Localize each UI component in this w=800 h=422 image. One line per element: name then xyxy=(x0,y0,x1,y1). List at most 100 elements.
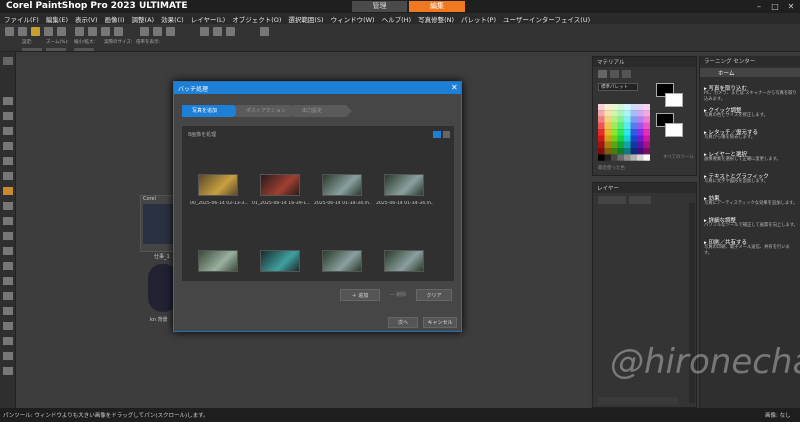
warp-tool-icon[interactable] xyxy=(3,307,13,315)
menu-user-interface[interactable]: ユーザーインターフェイス(U) xyxy=(503,14,590,24)
next-button[interactable]: 次へ xyxy=(388,317,418,328)
color-swatch[interactable] xyxy=(604,148,612,155)
learning-home[interactable]: ホーム xyxy=(700,68,800,77)
color-swatch[interactable] xyxy=(637,104,644,111)
color-swatch[interactable] xyxy=(630,110,638,117)
file-thumbnail[interactable] xyxy=(384,250,424,272)
color-swatch[interactable] xyxy=(624,129,631,136)
move-tool-icon[interactable] xyxy=(3,112,13,120)
color-swatch[interactable] xyxy=(604,141,612,149)
open-file-icon[interactable] xyxy=(18,27,27,36)
swatches-tab-icon[interactable] xyxy=(622,70,631,78)
color-swatch[interactable] xyxy=(604,129,612,136)
color-swatch[interactable] xyxy=(598,154,605,161)
step-add-photos[interactable]: 写真を追加 xyxy=(182,105,240,117)
color-swatch[interactable] xyxy=(598,141,605,149)
blend-mode-dropdown[interactable] xyxy=(598,196,626,204)
background-swatch[interactable] xyxy=(665,93,683,107)
color-swatch[interactable] xyxy=(611,141,618,149)
palette-select[interactable]: 標準パレット xyxy=(598,83,638,91)
pan-tool-icon[interactable] xyxy=(3,57,13,65)
color-swatch[interactable] xyxy=(624,135,631,142)
menu-layers[interactable]: レイヤー(L) xyxy=(191,14,226,24)
file-thumbnail[interactable] xyxy=(198,250,238,272)
menu-edit[interactable]: 編集(E) xyxy=(46,14,68,24)
color-swatch[interactable] xyxy=(624,104,631,111)
save-icon[interactable] xyxy=(44,27,53,36)
script-icon[interactable] xyxy=(260,27,269,36)
print-icon[interactable] xyxy=(57,27,66,36)
file-thumbnail[interactable] xyxy=(260,174,300,196)
zoom-input[interactable] xyxy=(46,48,66,51)
color-swatch[interactable] xyxy=(630,154,638,161)
background-fill-swatch[interactable] xyxy=(665,123,683,137)
color-swatch[interactable] xyxy=(624,122,631,130)
color-swatch[interactable] xyxy=(643,104,651,111)
color-swatch[interactable] xyxy=(630,135,638,142)
color-swatch[interactable] xyxy=(630,122,638,130)
color-swatch[interactable] xyxy=(611,104,618,111)
menu-palettes[interactable]: パレット(P) xyxy=(461,14,496,24)
paint-brush-tool-icon[interactable] xyxy=(3,217,13,225)
delete-button[interactable]: — 削除 xyxy=(384,289,412,301)
color-swatch[interactable] xyxy=(617,148,625,155)
color-palette[interactable] xyxy=(598,104,650,161)
file-thumbnail[interactable] xyxy=(260,250,300,272)
ruler-icon[interactable] xyxy=(226,27,235,36)
smudge-tool-icon[interactable] xyxy=(3,352,13,360)
text-tool-icon[interactable] xyxy=(3,262,13,270)
color-swatch[interactable] xyxy=(624,154,631,161)
zoom-in-out-stepper[interactable] xyxy=(74,48,94,51)
color-swatch[interactable] xyxy=(611,135,618,142)
eraser-tool-icon[interactable] xyxy=(3,232,13,240)
straighten-tool-icon[interactable] xyxy=(3,172,13,180)
color-swatch[interactable] xyxy=(611,154,618,161)
color-swatch[interactable] xyxy=(604,110,612,117)
color-swatch[interactable] xyxy=(617,104,625,111)
color-swatch[interactable] xyxy=(637,122,644,130)
preset-dropdown[interactable] xyxy=(22,48,42,51)
clear-button[interactable]: クリア xyxy=(416,289,452,301)
grid-view-icon[interactable] xyxy=(433,131,441,138)
add-button[interactable]: ＋ 追加 xyxy=(340,289,380,301)
color-swatch[interactable] xyxy=(637,110,644,117)
color-swatch[interactable] xyxy=(630,148,638,155)
color-swatch[interactable] xyxy=(604,116,612,123)
step-output-settings[interactable]: 出力設定 xyxy=(292,105,352,117)
menu-image[interactable]: 画像(I) xyxy=(105,14,125,24)
pen-tool-icon[interactable] xyxy=(3,292,13,300)
redo-icon[interactable] xyxy=(88,27,97,36)
color-swatch[interactable] xyxy=(624,141,631,149)
color-swatch[interactable] xyxy=(617,135,625,142)
layers-icon[interactable] xyxy=(166,27,175,36)
dropper-tool-icon[interactable] xyxy=(3,142,13,150)
guide-icon[interactable] xyxy=(213,27,222,36)
cancel-button[interactable]: キャンセル xyxy=(423,317,457,328)
opacity-slider[interactable] xyxy=(629,196,651,204)
rotate-icon[interactable] xyxy=(114,27,123,36)
step-post-action[interactable]: ポストアクション xyxy=(236,105,296,117)
color-swatch[interactable] xyxy=(598,148,605,155)
color-swatch[interactable] xyxy=(598,122,605,130)
burn-tool-icon[interactable] xyxy=(3,337,13,345)
color-swatch[interactable] xyxy=(637,129,644,136)
tab-edit[interactable]: 編集 xyxy=(409,1,465,12)
color-swatch[interactable] xyxy=(637,116,644,123)
menu-objects[interactable]: オブジェクト(O) xyxy=(232,14,281,24)
color-swatch[interactable] xyxy=(624,116,631,123)
color-swatch[interactable] xyxy=(598,110,605,117)
color-swatch[interactable] xyxy=(598,104,605,111)
color-swatch[interactable] xyxy=(617,141,625,149)
color-swatch[interactable] xyxy=(604,104,612,111)
menu-view[interactable]: 表示(V) xyxy=(75,14,98,24)
color-swatch[interactable] xyxy=(611,122,618,130)
color-swatch[interactable] xyxy=(630,129,638,136)
maximize-button[interactable]: □ xyxy=(770,2,780,11)
effects-icon[interactable] xyxy=(153,27,162,36)
color-swatch[interactable] xyxy=(643,122,651,130)
color-swatch[interactable] xyxy=(617,129,625,136)
color-swatch[interactable] xyxy=(604,122,612,130)
layers-footer-toolbar[interactable] xyxy=(598,397,678,405)
color-swatch[interactable] xyxy=(643,141,651,149)
color-swatch[interactable] xyxy=(598,129,605,136)
